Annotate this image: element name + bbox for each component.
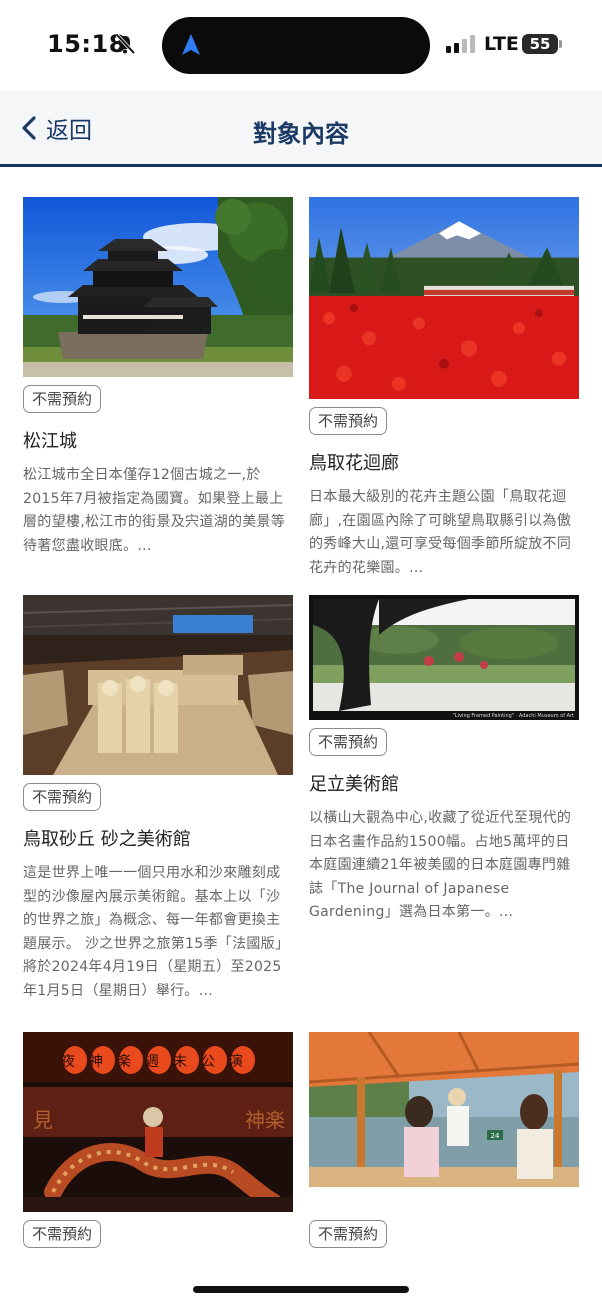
battery-icon: 55 xyxy=(522,34,558,54)
card-title: 足立美術館 xyxy=(309,774,399,795)
status-bar: 15:18 LTE 55 xyxy=(0,0,602,90)
bell-mute-icon xyxy=(115,33,136,55)
dynamic-island xyxy=(162,17,430,74)
matsue-castle-image xyxy=(23,197,293,377)
card-title: 鳥取砂丘 砂之美術館 xyxy=(23,829,191,850)
no-reservation-badge: 不需預約 xyxy=(23,385,102,413)
kagura-side-right-text: 神楽 xyxy=(245,1108,285,1132)
no-reservation-badge: 不需預約 xyxy=(309,728,388,756)
boat-number-label: 24 xyxy=(491,1132,500,1140)
kagura-side-left-text: 見 xyxy=(33,1108,53,1132)
home-indicator[interactable] xyxy=(193,1286,409,1293)
adachi-garden-image: "Living Framed Painting" · Adachi Museum… xyxy=(309,595,579,720)
card-title: 鳥取花迴廊 xyxy=(309,453,399,474)
battery-nub xyxy=(559,40,562,48)
card-title: 松江城 xyxy=(23,431,77,452)
no-reservation-badge: 不需預約 xyxy=(309,407,388,435)
attraction-card-tottori-hanakairo[interactable]: 不需預約 鳥取花迴廊 日本最大級別的花卉主題公園「鳥取花迴廊」,在園區內除了可眺… xyxy=(309,197,579,580)
no-reservation-badge: 不需預約 xyxy=(309,1220,388,1248)
boat-ride-image: 24 xyxy=(309,1032,579,1187)
attraction-card-sand-museum[interactable]: 不需預約 鳥取砂丘 砂之美術館 這是世界上唯一一個只用水和沙來雕刻成型的沙像屋內… xyxy=(23,595,293,1003)
kagura-performance-image: 夜神楽週末公演 見 神楽 xyxy=(23,1032,293,1212)
card-description: 以橫山大觀為中心,收藏了從近代至現代的日本名畫作品約1500幅。占地5萬坪的日本… xyxy=(309,810,572,920)
card-description: 這是世界上唯一一個只用水和沙來雕刻成型的沙像屋內展示美術館。基本上以「沙的世界之… xyxy=(23,865,290,999)
card-description: 松江城市全日本僅存12個古城之一,於2015年7月被指定為國寶。如果登上最上層的… xyxy=(23,467,286,554)
page-title: 對象內容 xyxy=(253,120,349,148)
sand-museum-image xyxy=(23,595,293,775)
attraction-card-boat-ride[interactable]: 24 不需預約 xyxy=(309,1032,579,1248)
navigation-arrow-icon xyxy=(182,34,200,55)
network-type: LTE xyxy=(484,33,519,55)
signal-icon xyxy=(446,35,475,53)
kagura-banner-text: 夜神楽週末公演 xyxy=(61,1054,257,1070)
card-description: 日本最大級別的花卉主題公園「鳥取花迴廊」,在園區內除了可眺望鳥取縣引以為傲的秀峰… xyxy=(309,489,572,576)
no-reservation-badge: 不需預約 xyxy=(23,783,102,811)
attraction-card-matsue-castle[interactable]: 不需預約 松江城 松江城市全日本僅存12個古城之一,於2015年7月被指定為國寶… xyxy=(23,197,293,558)
image-caption: "Living Framed Painting" · Adachi Museum… xyxy=(453,713,574,719)
attraction-card-kagura[interactable]: 夜神楽週末公演 見 神楽 不需預約 xyxy=(23,1032,293,1248)
tottori-flower-park-image xyxy=(309,197,579,399)
no-reservation-badge: 不需預約 xyxy=(23,1220,102,1248)
nav-header: 返回 對象內容 xyxy=(0,90,602,167)
attraction-card-adachi-museum[interactable]: "Living Framed Painting" · Adachi Museum… xyxy=(309,595,579,925)
